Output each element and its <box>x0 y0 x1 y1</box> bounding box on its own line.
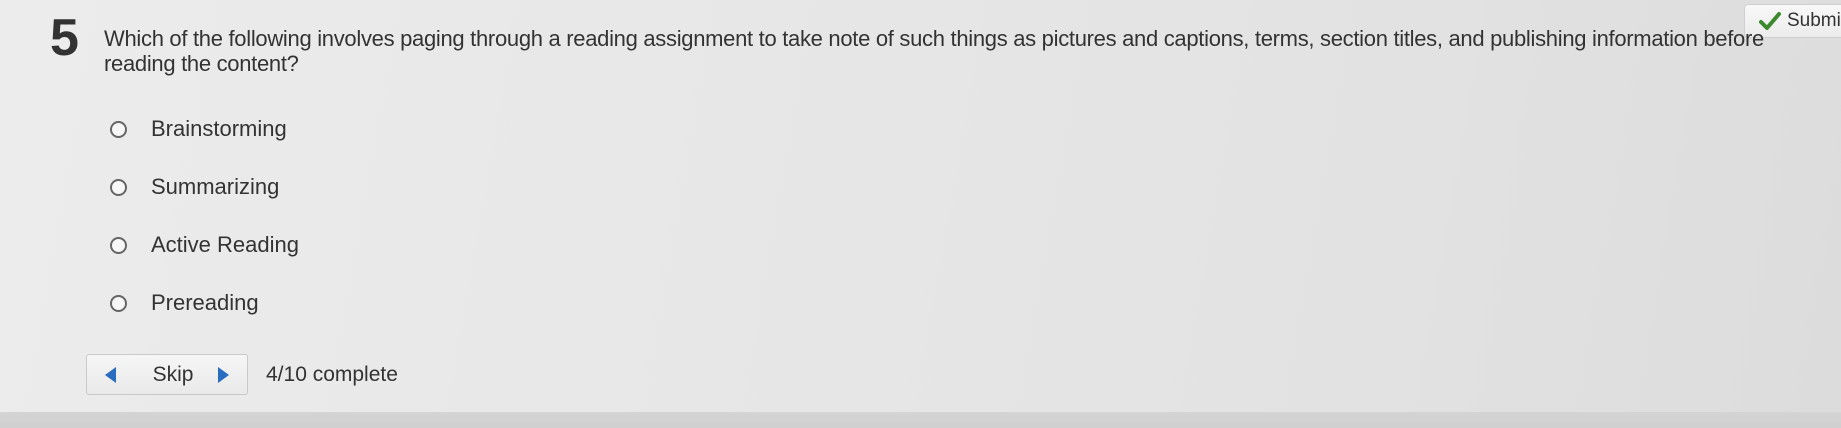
arrow-right-icon[interactable] <box>217 366 229 383</box>
progress-text: 4/10 complete <box>266 362 398 386</box>
skip-button[interactable]: Skip <box>86 354 248 395</box>
option-active-reading[interactable]: Active Reading <box>110 216 299 274</box>
radio-button[interactable] <box>110 178 127 196</box>
question-text: Which of the following involves paging t… <box>104 26 1764 76</box>
arrow-left-icon[interactable] <box>105 366 116 383</box>
skip-label: Skip <box>152 362 194 386</box>
question-number: 5 <box>50 9 79 67</box>
answer-options: Brainstorming Summarizing Active Reading… <box>110 100 299 332</box>
quiz-panel: Submit 5 Which of the following involves… <box>0 0 1841 412</box>
radio-button[interactable] <box>110 236 127 254</box>
radio-button[interactable] <box>110 294 127 312</box>
option-prereading[interactable]: Prereading <box>110 274 299 332</box>
option-label: Brainstorming <box>151 116 287 141</box>
navigation-row: Skip 4/10 complete <box>86 354 398 395</box>
option-brainstorming[interactable]: Brainstorming <box>110 100 299 158</box>
option-summarizing[interactable]: Summarizing <box>110 158 299 216</box>
option-label: Prereading <box>151 290 259 315</box>
bottom-strip <box>0 412 1841 428</box>
option-label: Summarizing <box>151 174 280 199</box>
option-label: Active Reading <box>151 232 299 257</box>
radio-button[interactable] <box>110 120 127 138</box>
